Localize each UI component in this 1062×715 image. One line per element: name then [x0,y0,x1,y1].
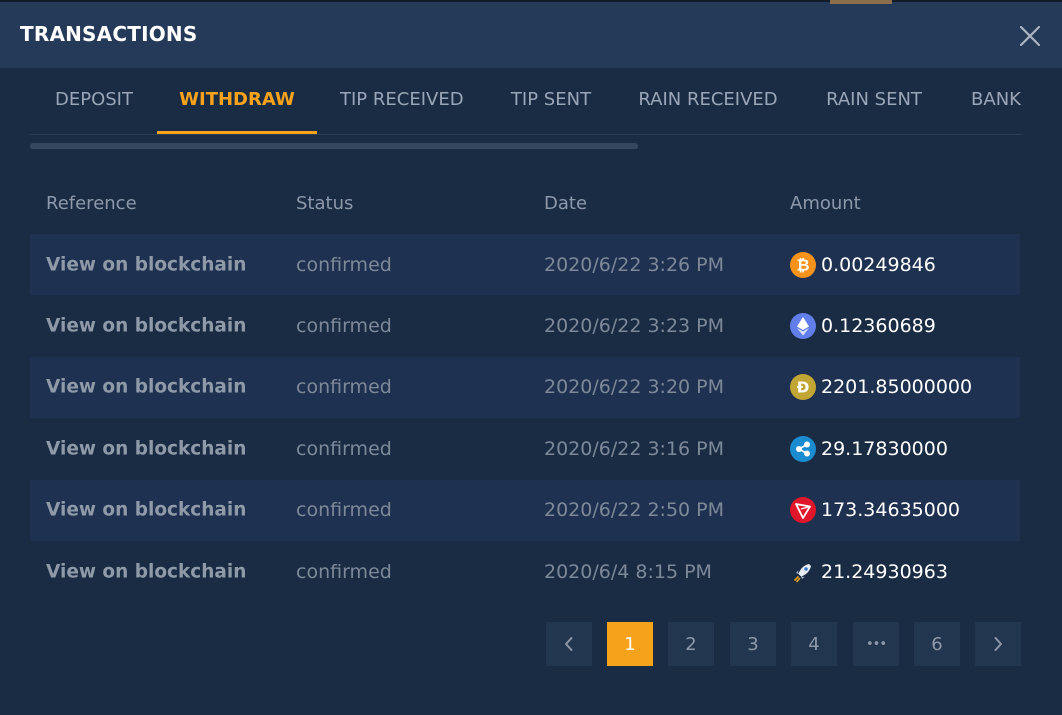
table-row: View on blockchain confirmed 2020/6/22 2… [30,479,1020,541]
table-row: View on blockchain confirmed 2020/6/4 8:… [30,541,1020,602]
ethereum-icon [790,313,816,340]
date-text: 2020/6/22 3:23 PM [544,315,725,338]
close-icon [1019,25,1041,47]
previous-page-button[interactable] [546,622,592,666]
amount-cell: 0.12360689 [790,313,936,340]
page-ellipsis-button[interactable]: ••• [853,622,899,666]
date-text: 2020/6/22 3:20 PM [544,376,725,399]
tab-deposit[interactable]: DEPOSIT [54,70,134,134]
chevron-left-icon [565,637,573,651]
column-header-amount: Amount [790,193,861,214]
view-on-blockchain-link[interactable]: View on blockchain [46,500,246,521]
close-button[interactable] [1016,22,1044,50]
view-on-blockchain-link[interactable]: View on blockchain [46,377,246,398]
status-text: confirmed [296,315,392,338]
status-text: confirmed [296,499,392,522]
date-text: 2020/6/22 3:26 PM [544,253,725,276]
page-button-2[interactable]: 2 [668,622,714,666]
view-on-blockchain-link[interactable]: View on blockchain [46,561,246,582]
amount-cell: 21.24930963 [790,559,948,585]
table-header: Reference Status Date Amount [30,174,1020,234]
table-row: View on blockchain confirmed 2020/6/22 3… [30,295,1020,356]
page-button-1[interactable]: 1 [607,622,653,666]
view-on-blockchain-link[interactable]: View on blockchain [46,438,246,459]
tab-scrollbar[interactable] [30,143,638,149]
table-row: View on blockchain confirmed 2020/6/22 3… [30,234,1020,296]
amount-cell: 29.17830000 [790,435,948,462]
date-text: 2020/6/22 2:50 PM [544,499,725,522]
tron-icon [790,497,816,524]
background-thumbnail [830,0,892,4]
tab-rain-received[interactable]: RAIN RECEIVED [638,70,778,134]
page-button-3[interactable]: 3 [730,622,776,666]
amount-value: 29.17830000 [821,437,948,460]
tab-tip-received[interactable]: TIP RECEIVED [340,70,464,134]
status-text: confirmed [296,253,392,276]
view-on-blockchain-link[interactable]: View on blockchain [46,316,246,337]
stellar-rocket-icon [790,559,816,585]
column-header-date: Date [544,193,588,214]
svg-text:Đ: Đ [797,379,810,397]
view-on-blockchain-link[interactable]: View on blockchain [46,254,246,275]
date-text: 2020/6/4 8:15 PM [544,560,712,583]
amount-value: 0.00249846 [821,253,936,276]
status-text: confirmed [296,376,392,399]
status-text: confirmed [296,560,392,583]
amount-cell: Đ 2201.85000000 [790,374,973,401]
amount-value: 21.24930963 [821,560,948,583]
ripple-icon [790,435,816,462]
transactions-modal: TRANSACTIONS DEPOSIT WITHDRAW TIP RECEIV… [0,0,1062,715]
column-header-status: Status [296,193,354,214]
page-button-4[interactable]: 4 [791,622,837,666]
status-text: confirmed [296,437,392,460]
tab-tip-sent[interactable]: TIP SENT [510,70,592,134]
next-page-button[interactable] [975,622,1021,666]
date-text: 2020/6/22 3:16 PM [544,437,725,460]
column-header-reference: Reference [46,193,137,214]
amount-value: 2201.85000000 [821,376,973,399]
modal-title: TRANSACTIONS [20,22,198,46]
table-row: View on blockchain confirmed 2020/6/22 3… [30,418,1020,479]
tab-withdraw[interactable]: WITHDRAW [157,70,317,134]
page-button-6[interactable]: 6 [914,622,960,666]
amount-cell: 173.34635000 [790,497,961,524]
bitcoin-icon: ₿ [790,251,816,278]
amount-value: 0.12360689 [821,315,936,338]
dogecoin-icon: Đ [790,374,816,401]
svg-text:₿: ₿ [796,255,809,274]
tab-bar: DEPOSIT WITHDRAW TIP RECEIVED TIP SENT R… [30,70,1022,135]
chevron-right-icon [994,637,1002,651]
tab-rain-sent[interactable]: RAIN SENT [825,70,923,134]
modal-header: TRANSACTIONS [0,0,1062,68]
table-row: View on blockchain confirmed 2020/6/22 3… [30,356,1020,419]
amount-cell: ₿ 0.00249846 [790,251,936,278]
amount-value: 173.34635000 [821,499,961,522]
tab-bank[interactable]: BANK [970,70,1022,134]
transactions-table: Reference Status Date Amount View on blo… [30,174,1020,602]
